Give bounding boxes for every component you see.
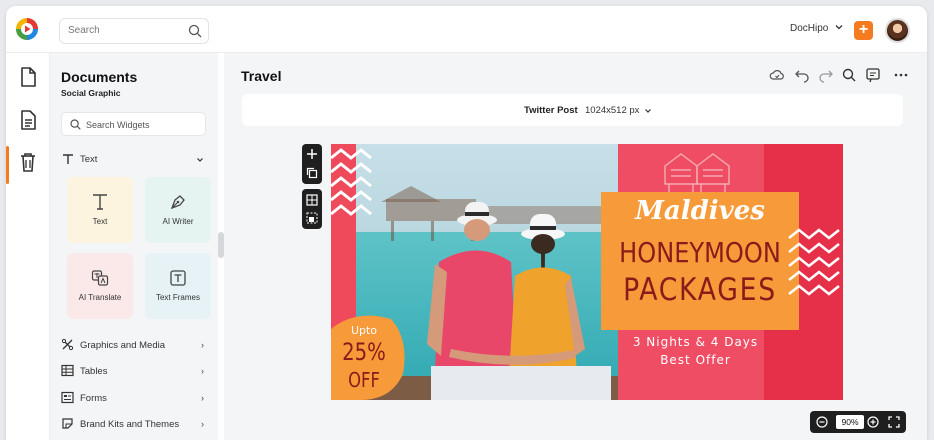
widget-card-text[interactable]: Text [67, 177, 133, 243]
avatar[interactable] [885, 18, 910, 43]
design-badge-percent[interactable]: 25% [337, 338, 391, 366]
chevron-right-icon: › [201, 340, 204, 350]
size-dimensions: 1024x512 px [585, 105, 640, 116]
card-label: AI Writer [162, 217, 194, 226]
widgets-panel: Documents Social Graphic Search Widgets … [50, 53, 218, 440]
translate-icon [91, 270, 109, 286]
app-window: Search DocHipo + Documents Social Graphi… [6, 6, 927, 440]
search-box[interactable]: Search [59, 18, 209, 44]
table-icon [61, 364, 74, 377]
chevron-down-icon [645, 109, 651, 113]
size-type: Twitter Post [524, 105, 578, 116]
shapes-icon [61, 338, 74, 351]
comment-icon[interactable] [865, 67, 881, 83]
text-icon [63, 154, 73, 164]
text-frame-icon [170, 270, 186, 286]
widget-card-text-frames[interactable]: Text Frames [145, 253, 211, 319]
section-label: Forms [80, 393, 107, 404]
search-icon[interactable] [841, 67, 857, 83]
rail-active-indicator [6, 146, 9, 184]
form-icon [61, 391, 74, 404]
search-placeholder: Search [68, 25, 100, 36]
widget-search-placeholder: Search Widgets [86, 120, 150, 130]
text-icon [93, 194, 107, 210]
create-button[interactable]: + [854, 21, 873, 40]
design-offer-line1[interactable]: 3 Nights & 4 Days [618, 335, 773, 349]
zoom-out-icon[interactable] [816, 416, 828, 428]
canvas-add-tools [302, 144, 322, 184]
trash-icon[interactable] [17, 151, 39, 173]
chevron-down-icon[interactable] [834, 22, 844, 32]
design-badge-off[interactable]: OFF [337, 368, 391, 392]
undo-icon[interactable] [794, 67, 810, 83]
section-label: Tables [80, 366, 108, 377]
card-label: AI Translate [78, 293, 122, 302]
chevron-right-icon: › [201, 419, 204, 429]
section-label: Graphics and Media [80, 340, 166, 351]
card-label: Text Frames [155, 293, 200, 302]
document-icon[interactable] [17, 109, 39, 131]
editor-area: Travel Twitter Post 1024x512 px Maldives… [224, 53, 927, 440]
section-forms[interactable]: Forms › [61, 391, 206, 407]
section-tables[interactable]: Tables › [61, 364, 206, 380]
canvas-layout-tools [302, 189, 322, 229]
text-section-header[interactable]: Text [61, 152, 206, 168]
zoom-level[interactable]: 90% [836, 415, 864, 429]
cloud-sync-icon[interactable] [769, 67, 785, 83]
widget-card-ai-writer[interactable]: AI Writer [145, 177, 211, 243]
add-icon[interactable] [306, 148, 318, 160]
panel-subtitle: Social Graphic [61, 88, 121, 98]
fullscreen-icon[interactable] [888, 416, 900, 428]
design-title-line1[interactable]: HONEYMOON [615, 236, 785, 269]
chevron-down-icon [197, 158, 203, 162]
design-title-line2[interactable]: PACKAGES [615, 272, 785, 308]
section-brand-kits-and-themes[interactable]: Brand Kits and Themes › [61, 417, 206, 433]
top-bar: Search DocHipo + [6, 6, 927, 53]
left-rail [6, 53, 50, 440]
design-badge-upto[interactable]: Upto [331, 324, 397, 337]
zoom-in-icon[interactable] [867, 416, 879, 428]
search-icon [70, 119, 81, 130]
section-label: Brand Kits and Themes [80, 419, 180, 430]
brand-kit-icon [62, 418, 73, 429]
duplicate-icon[interactable] [306, 167, 318, 179]
panel-title: Documents [61, 69, 138, 85]
more-options-icon[interactable] [893, 67, 909, 83]
zoom-control: 90% [810, 411, 906, 433]
grid-icon[interactable] [306, 194, 318, 206]
search-icon[interactable] [188, 24, 202, 38]
document-title[interactable]: Travel [241, 68, 281, 84]
pen-nib-icon [170, 195, 185, 210]
text-section-label: Text [80, 154, 98, 165]
size-selector[interactable]: Twitter Post 1024x512 px [242, 94, 903, 126]
dochipo-logo[interactable] [15, 17, 39, 41]
account-name[interactable]: DocHipo [790, 23, 828, 34]
design-canvas[interactable]: Maldives HONEYMOON PACKAGES 3 Nights & 4… [331, 144, 843, 400]
chevron-right-icon: › [201, 393, 204, 403]
section-graphics-and-media[interactable]: Graphics and Media › [61, 338, 206, 354]
chevron-right-icon: › [201, 366, 204, 376]
design-title-script[interactable]: Maldives [631, 196, 769, 226]
card-label: Text [92, 217, 108, 226]
file-icon[interactable] [17, 66, 39, 88]
widget-card-ai-translate[interactable]: AI Translate [67, 253, 133, 319]
widget-search-input[interactable]: Search Widgets [61, 112, 206, 136]
design-offer-line2[interactable]: Best Offer [618, 353, 773, 367]
background-icon[interactable] [306, 212, 318, 224]
redo-icon[interactable] [818, 67, 834, 83]
